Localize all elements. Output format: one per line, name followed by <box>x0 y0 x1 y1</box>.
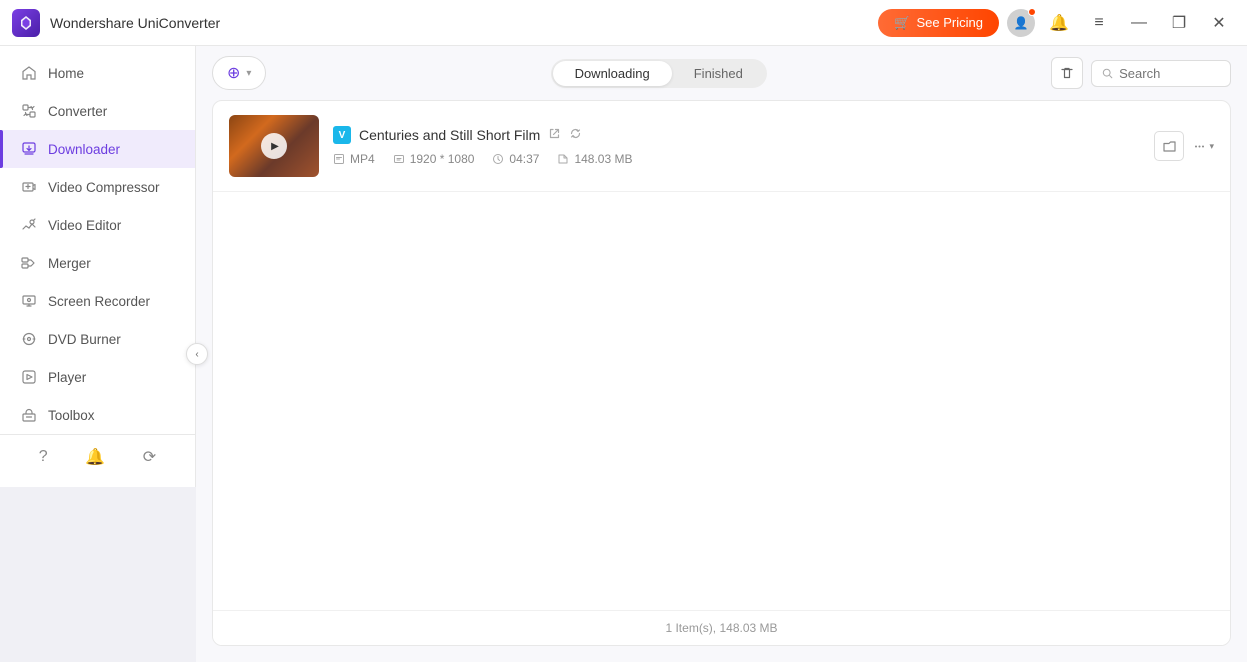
main-layout: Home Converter <box>0 46 1247 662</box>
video-editor-icon <box>20 216 38 234</box>
meta-resolution: 1920 * 1080 <box>393 152 475 166</box>
format-icon <box>333 153 345 165</box>
see-pricing-button[interactable]: 🛒 See Pricing <box>878 9 999 37</box>
merger-icon <box>20 254 38 272</box>
app-logo <box>12 9 40 37</box>
meta-duration: 04:37 <box>492 152 539 166</box>
tab-finished[interactable]: Finished <box>672 61 765 86</box>
sidebar-item-player[interactable]: Player <box>0 358 195 396</box>
tab-downloading[interactable]: Downloading <box>553 61 672 86</box>
open-link-icon[interactable] <box>548 127 561 143</box>
avatar[interactable]: 👤 <box>1007 9 1035 37</box>
home-icon <box>20 64 38 82</box>
sidebar-label-screen-recorder: Screen Recorder <box>48 294 150 309</box>
sidebar-bottom: ? 🔔 ⟳ <box>0 434 195 479</box>
tabs-container: Downloading Finished <box>551 59 767 88</box>
file-meta: MP4 1920 * 1080 <box>333 152 1140 166</box>
add-download-button[interactable]: ⊕ ▾ <box>212 56 266 90</box>
delete-button[interactable] <box>1051 57 1083 89</box>
status-text: 1 Item(s), 148.03 MB <box>665 621 777 635</box>
sidebar-item-video-editor[interactable]: Video Editor <box>0 206 195 244</box>
play-overlay-button[interactable] <box>261 133 287 159</box>
empty-space <box>213 192 1230 610</box>
sidebar-item-downloader[interactable]: Downloader <box>0 130 195 168</box>
more-chevron-icon: ▾ <box>1209 141 1214 152</box>
search-icon <box>1102 67 1113 80</box>
sidebar-item-screen-recorder[interactable]: Screen Recorder <box>0 282 195 320</box>
maximize-button[interactable]: ❐ <box>1163 7 1195 39</box>
meta-format: MP4 <box>333 152 375 166</box>
resolution-icon <box>393 153 405 165</box>
content-panel: V Centuries and Still Short Film <box>212 100 1231 646</box>
add-download-icon: ⊕ <box>227 63 240 83</box>
refresh-icon[interactable] <box>569 127 582 143</box>
sidebar-item-home[interactable]: Home <box>0 54 195 92</box>
sidebar-label-downloader: Downloader <box>48 142 120 157</box>
topbar-actions <box>1051 57 1231 89</box>
minimize-button[interactable]: — <box>1123 7 1155 39</box>
sidebar: Home Converter <box>0 46 196 487</box>
player-icon <box>20 368 38 386</box>
sidebar-item-toolbox[interactable]: Toolbox <box>0 396 195 434</box>
dvd-burner-icon <box>20 330 38 348</box>
more-options-button[interactable]: ▾ <box>1192 139 1214 154</box>
bell-button[interactable]: 🔔 <box>1043 7 1075 39</box>
vimeo-badge: V <box>333 126 351 144</box>
file-thumbnail <box>229 115 319 177</box>
search-box <box>1091 60 1231 87</box>
sidebar-collapse-button[interactable]: ‹ <box>186 343 208 365</box>
downloader-icon <box>20 140 38 158</box>
more-options-icon <box>1192 139 1207 154</box>
file-actions: ▾ <box>1154 131 1214 161</box>
menu-button[interactable]: ≡ <box>1083 7 1115 39</box>
titlebar: Wondershare UniConverter 🛒 See Pricing 👤… <box>0 0 1247 46</box>
file-title-row: V Centuries and Still Short Film <box>333 126 1140 144</box>
status-bar: 1 Item(s), 148.03 MB <box>213 610 1230 645</box>
search-input[interactable] <box>1119 66 1220 81</box>
content-topbar: ⊕ ▾ Downloading Finished <box>196 46 1247 100</box>
meta-size: 148.03 MB <box>557 152 632 166</box>
sidebar-label-converter: Converter <box>48 104 107 119</box>
file-info: V Centuries and Still Short Film <box>333 126 1140 166</box>
close-button[interactable]: ✕ <box>1203 7 1235 39</box>
sidebar-item-dvd-burner[interactable]: DVD Burner <box>0 320 195 358</box>
content-area: ⊕ ▾ Downloading Finished <box>196 46 1247 662</box>
toolbox-icon <box>20 406 38 424</box>
screen-recorder-icon <box>20 292 38 310</box>
sidebar-wrapper: Home Converter <box>0 46 196 662</box>
sidebar-label-toolbox: Toolbox <box>48 408 95 423</box>
titlebar-left: Wondershare UniConverter <box>12 9 220 37</box>
video-compressor-icon <box>20 178 38 196</box>
sidebar-item-converter[interactable]: Converter <box>0 92 195 130</box>
size-icon <box>557 153 569 165</box>
sidebar-label-home: Home <box>48 66 84 81</box>
file-item: V Centuries and Still Short Film <box>213 101 1230 192</box>
open-folder-button[interactable] <box>1154 131 1184 161</box>
avatar-notification-dot <box>1028 8 1036 16</box>
help-icon[interactable]: ? <box>39 448 48 466</box>
sidebar-label-dvd-burner: DVD Burner <box>48 332 121 347</box>
notification-icon[interactable]: 🔔 <box>85 447 105 467</box>
converter-icon <box>20 102 38 120</box>
app-title: Wondershare UniConverter <box>50 15 220 31</box>
duration-icon <box>492 153 504 165</box>
titlebar-right: 🛒 See Pricing 👤 🔔 ≡ — ❐ ✕ <box>878 7 1235 39</box>
feedback-icon[interactable]: ⟳ <box>143 447 156 467</box>
sidebar-label-player: Player <box>48 370 86 385</box>
add-btn-chevron: ▾ <box>246 68 251 79</box>
sidebar-label-video-editor: Video Editor <box>48 218 121 233</box>
file-title: Centuries and Still Short Film <box>359 127 540 143</box>
sidebar-item-video-compressor[interactable]: Video Compressor <box>0 168 195 206</box>
sidebar-label-video-compressor: Video Compressor <box>48 180 160 195</box>
cart-icon: 🛒 <box>894 15 910 31</box>
sidebar-label-merger: Merger <box>48 256 91 271</box>
sidebar-item-merger[interactable]: Merger <box>0 244 195 282</box>
